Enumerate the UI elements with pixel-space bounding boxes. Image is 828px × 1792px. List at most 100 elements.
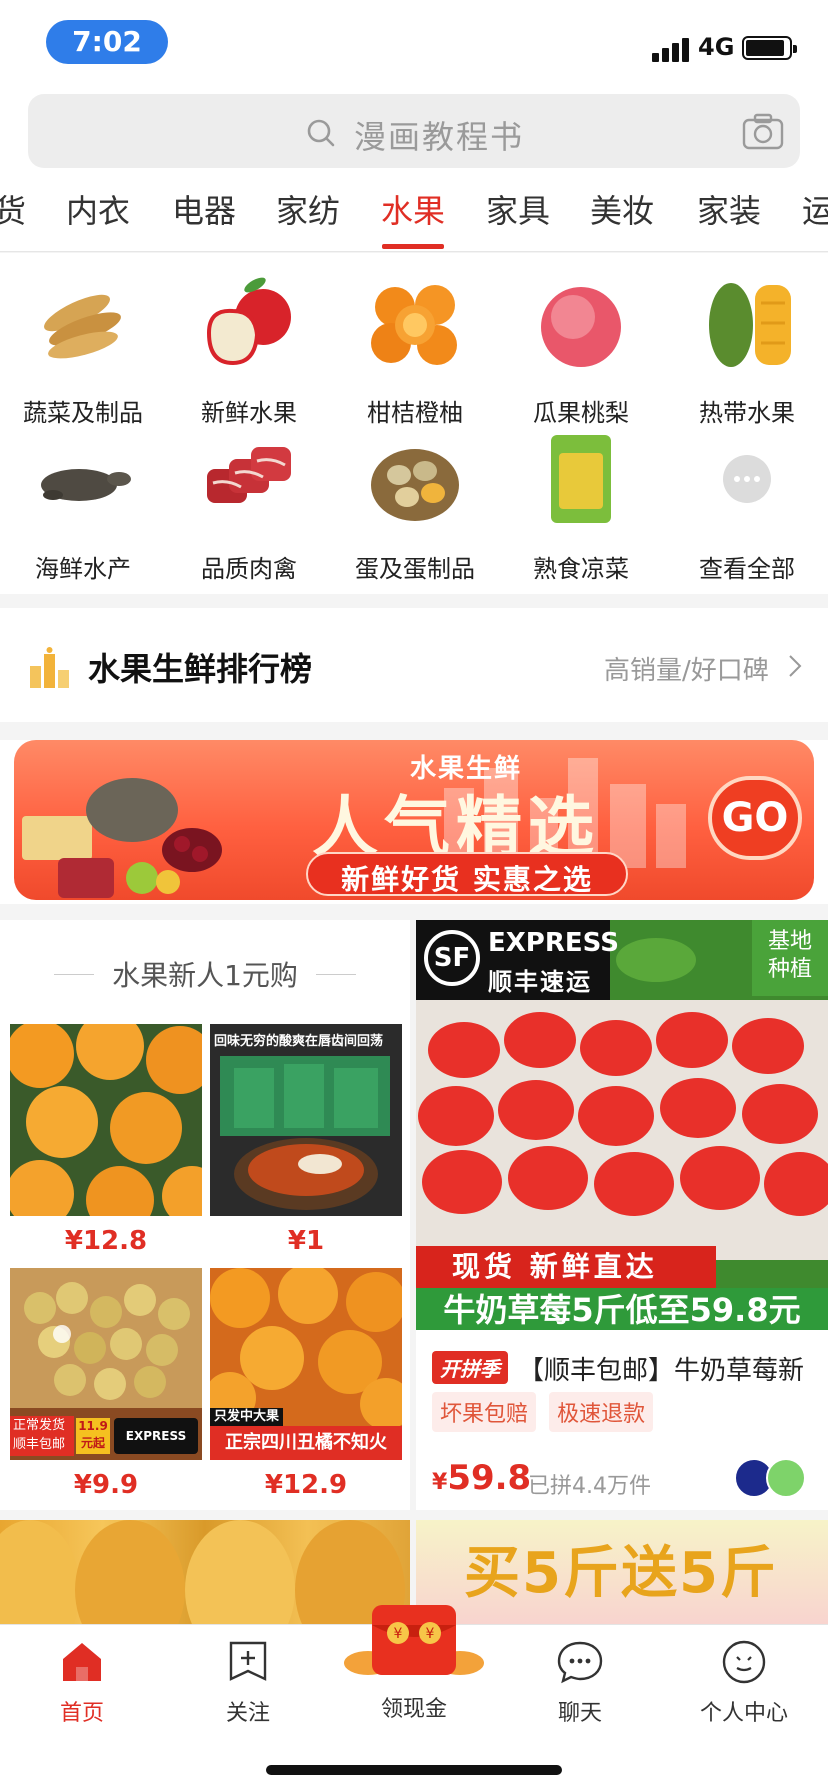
sold-count: 已拼4.4万件 <box>528 1474 651 1499</box>
tab-sports[interactable]: 运 <box>802 186 828 232</box>
nav-label: 首页 <box>59 1701 104 1726</box>
peach-icon <box>541 287 621 367</box>
nav-chat[interactable]: 聊天 <box>520 1639 640 1727</box>
ranking-section[interactable]: 水果生鲜排行榜 高销量/好口碑 <box>0 608 828 722</box>
product-card[interactable]: 只发中大果 正宗四川丑橘不知火 ¥12.9 <box>210 1268 402 1500</box>
product-price: ¥59.8 <box>432 1458 532 1498</box>
battery-icon <box>742 36 797 60</box>
nav-label: 个人中心 <box>699 1701 788 1726</box>
promo-strip: 牛奶草莓5斤低至59.8元 <box>416 1288 828 1330</box>
search-icon <box>307 119 335 147</box>
app-screen: 7:02 4G 漫画教程书 货 内衣 电器 家纺 水果 家具 美妆 <box>0 0 828 1792</box>
product-overlay-text: 正宗四川丑橘不知火 <box>210 1426 402 1460</box>
search-placeholder: 漫画教程书 <box>354 118 525 156</box>
product-badge: 11.9元起 <box>76 1418 110 1454</box>
category-label: 海鲜水产 <box>35 555 131 583</box>
more-icon <box>723 455 771 503</box>
category-melon-peach-pear[interactable]: 瓜果桃梨 <box>498 265 664 427</box>
featured-product-card[interactable]: SF EXPRESS 顺丰速运 基地 种植 现货 新鲜直达 牛奶草莓5斤低至59… <box>416 920 828 1510</box>
tab-furniture[interactable]: 家具 <box>486 186 550 232</box>
tab-underwear[interactable]: 内衣 <box>66 186 130 232</box>
banner-subtitle: 新鲜好货 实惠之选 <box>341 863 593 896</box>
product-overlay-text: 正常发货 顺丰包邮 <box>10 1416 74 1456</box>
banner-background: 水果生鲜 人气精选 新鲜好货 实惠之选 GO <box>14 740 814 900</box>
home-indicator[interactable] <box>266 1765 562 1775</box>
farm-badge: 基地 种植 <box>752 920 828 996</box>
product-price: ¥12.9 <box>264 1470 348 1500</box>
category-meat-poultry[interactable]: 品质肉禽 <box>166 421 332 583</box>
product-card[interactable]: ¥12.8 <box>10 1024 202 1256</box>
product-card[interactable]: 正常发货 顺丰包邮 11.9元起 EXPRESS ¥9.9 <box>10 1268 202 1500</box>
category-view-all[interactable]: 查看全部 <box>664 421 828 583</box>
tab-goods[interactable]: 货 <box>0 186 26 232</box>
nav-profile[interactable]: 个人中心 <box>684 1639 804 1727</box>
category-label: 查看全部 <box>699 555 795 583</box>
package-icon <box>551 435 611 523</box>
search-input[interactable]: 漫画教程书 <box>28 94 800 168</box>
category-vegetables[interactable]: 蔬菜及制品 <box>0 265 166 427</box>
product-image-ugly-orange: 只发中大果 正宗四川丑橘不知火 <box>210 1268 402 1460</box>
farm-badge-line2: 种植 <box>767 957 812 982</box>
subcategory-grid: 蔬菜及制品 新鲜水果 柑桔橙柚 瓜果桃梨 热带水果 海鲜水产 品质肉禽 蛋及蛋制… <box>0 253 828 594</box>
service-chips: 坏果包赔 极速退款 <box>432 1392 661 1432</box>
signal-icon <box>652 36 692 62</box>
chevron-right-icon <box>789 655 802 677</box>
promo-banner[interactable]: 水果生鲜 人气精选 新鲜好货 实惠之选 GO <box>0 740 828 904</box>
product-title-line: 开拼季 【顺丰包邮】牛奶草莓新 <box>432 1350 804 1387</box>
tab-decoration[interactable]: 家装 <box>697 186 761 232</box>
ranking-icon <box>30 647 69 688</box>
category-fresh-fruit[interactable]: 新鲜水果 <box>166 265 332 427</box>
tab-beauty[interactable]: 美妆 <box>590 186 654 232</box>
promo-text: 买5斤送5斤 <box>464 1541 778 1606</box>
banner-subtitle-pill: 新鲜好货 实惠之选 <box>306 852 628 896</box>
sf-badge: EXPRESS <box>114 1418 198 1454</box>
meat-icon <box>207 447 291 503</box>
status-bar: 7:02 4G <box>0 0 828 90</box>
tab-home-textile[interactable]: 家纺 <box>276 186 340 232</box>
egg-icon <box>371 449 459 521</box>
active-tab-indicator <box>382 244 444 249</box>
product-overlay-text: 回味无穷的酸爽在唇齿间回荡 <box>214 1034 384 1049</box>
nav-label: 关注 <box>225 1701 270 1726</box>
product-image-longan: 正常发货 顺丰包邮 11.9元起 EXPRESS <box>10 1268 202 1460</box>
sf-express-text: EXPRESS <box>488 928 619 958</box>
category-seafood[interactable]: 海鲜水产 <box>0 421 166 583</box>
product-image-pickled-fish: 回味无穷的酸爽在唇齿间回荡 <box>210 1024 402 1216</box>
chat-icon <box>557 1641 603 1684</box>
category-tropical-fruit[interactable]: 热带水果 <box>664 265 828 427</box>
category-eggs[interactable]: 蛋及蛋制品 <box>332 421 498 583</box>
new-user-section: 水果新人1元购 ¥12.8 回味无穷的酸爽在唇齿间回荡 ¥1 正常发货 顺丰包邮… <box>0 920 410 1510</box>
promo-tag: 开拼季 <box>432 1351 508 1384</box>
turtle-icon <box>41 469 131 501</box>
apple-icon <box>206 277 291 366</box>
product-badge: 只发中大果 <box>210 1408 284 1426</box>
sf-chinese-text: 顺丰速运 <box>488 968 592 996</box>
nav-cash[interactable]: ¥ ¥ 领现金 <box>344 1605 484 1723</box>
category-label: 蛋及蛋制品 <box>355 555 475 583</box>
product-price: ¥12.8 <box>64 1226 148 1256</box>
category-citrus[interactable]: 柑桔橙柚 <box>332 265 498 427</box>
sweet-potato-icon <box>44 294 121 359</box>
product-image-strawberries: SF EXPRESS 顺丰速运 基地 种植 现货 新鲜直达 牛奶草莓5斤低至59… <box>416 920 828 1330</box>
category-label: 品质肉禽 <box>201 555 297 583</box>
product-card[interactable]: 回味无穷的酸爽在唇齿间回荡 ¥1 <box>210 1024 402 1256</box>
status-time: 7:02 <box>46 20 168 64</box>
tab-electronics[interactable]: 电器 <box>172 186 236 232</box>
nav-home[interactable]: 首页 <box>22 1639 142 1727</box>
category-label: 熟食凉菜 <box>533 555 629 583</box>
profile-icon <box>722 1640 766 1684</box>
divider <box>316 974 356 975</box>
follow-icon <box>229 1641 267 1681</box>
nav-label: 领现金 <box>380 1697 447 1722</box>
mango-icon <box>709 283 791 367</box>
avatar <box>766 1458 806 1498</box>
home-icon <box>63 1643 101 1681</box>
category-deli[interactable]: 熟食凉菜 <box>498 421 664 583</box>
food-illustration <box>22 778 222 898</box>
camera-icon[interactable] <box>742 112 784 150</box>
ranking-subtitle: 高销量/好口碑 <box>604 656 769 686</box>
banner-go-button[interactable]: GO <box>708 776 802 860</box>
category-tabs: 货 内衣 电器 家纺 水果 家具 美妆 家装 运 <box>0 172 828 252</box>
nav-follow[interactable]: 关注 <box>188 1639 308 1727</box>
tab-fruit[interactable]: 水果 <box>381 186 445 232</box>
